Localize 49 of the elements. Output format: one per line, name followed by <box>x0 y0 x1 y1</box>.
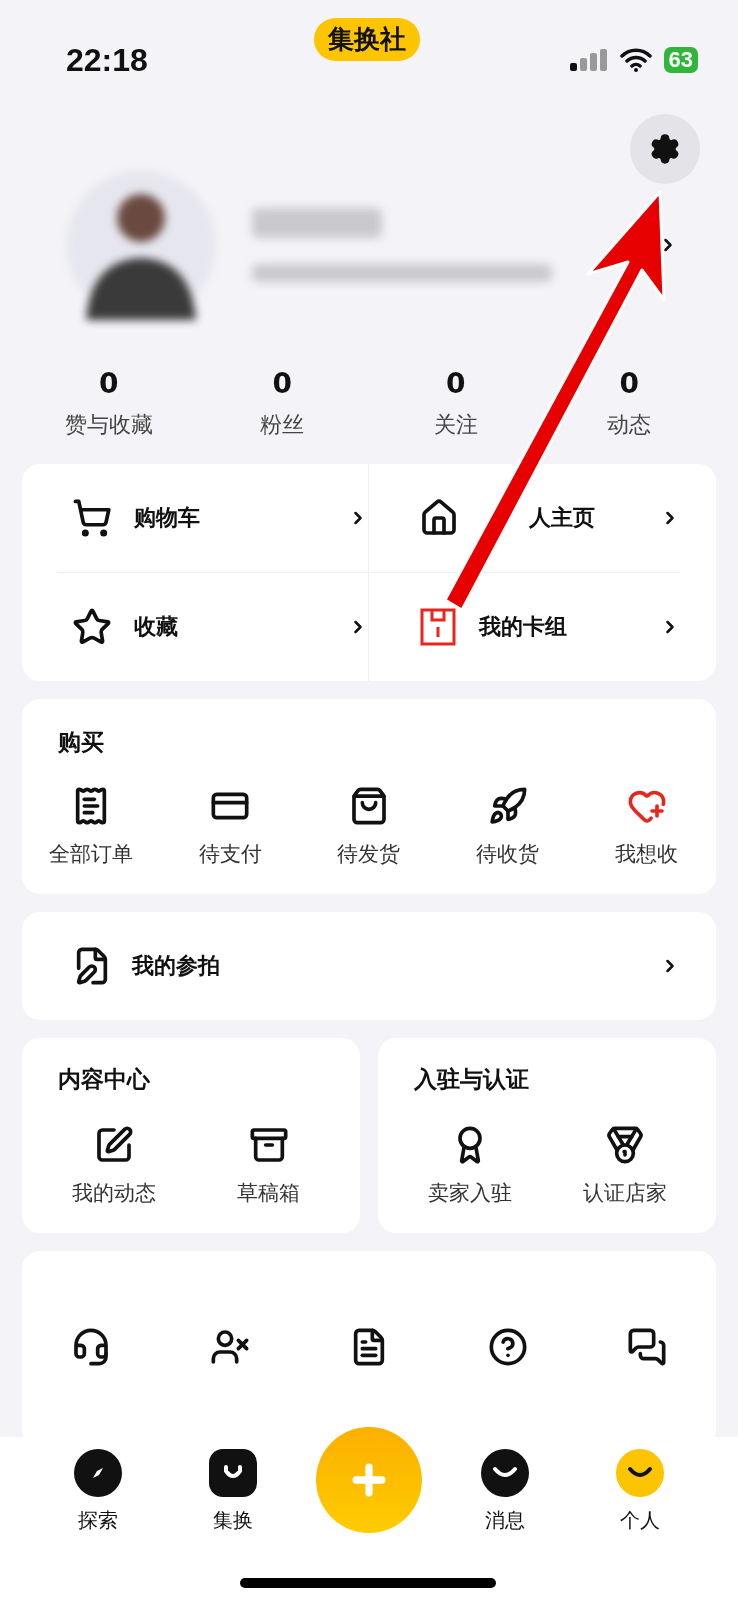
home-icon <box>419 498 459 538</box>
section-title: 入驻与认证 <box>413 1065 530 1094</box>
menu-item[interactable]: 草稿箱 <box>191 1125 346 1207</box>
stat-label: 动态 <box>607 411 652 439</box>
cart-icon <box>72 498 112 538</box>
order-item[interactable]: 全部订单 <box>22 786 161 868</box>
stat-label: 赞与收藏 <box>64 411 153 439</box>
wifi-icon <box>619 48 652 72</box>
stat-label: 粉丝 <box>260 411 305 439</box>
star-icon <box>72 607 112 647</box>
order-item[interactable]: 待发货 <box>299 786 439 868</box>
help-icon <box>487 1327 528 1367</box>
stat-value: 0 <box>99 367 119 400</box>
medal-icon <box>604 1125 645 1165</box>
stat-label: 关注 <box>433 411 478 439</box>
order-item[interactable]: 我想收 <box>577 786 716 868</box>
tab[interactable]: 消息 <box>436 1437 573 1547</box>
archive-icon <box>248 1125 289 1165</box>
app-badge: 集换社 <box>314 18 420 61</box>
stat-value: 0 <box>272 367 292 400</box>
card-icon <box>419 607 457 647</box>
order-item[interactable]: 待支付 <box>160 786 300 868</box>
smile-icon <box>616 1449 665 1497</box>
user-x-icon <box>210 1327 251 1367</box>
chat-bubble-icon <box>480 1449 529 1497</box>
signal-icon <box>569 49 608 71</box>
chat-icon <box>626 1327 667 1367</box>
auction-row[interactable]: 我的参拍 <box>22 912 716 1020</box>
stat-value: 0 <box>619 367 639 400</box>
shortcut-item[interactable]: 我的卡组 <box>369 573 680 681</box>
menu-item[interactable]: 我的动态 <box>36 1125 191 1207</box>
tab[interactable]: 个人 <box>572 1437 708 1547</box>
bag-icon <box>349 786 389 826</box>
order-item[interactable]: 待收货 <box>438 786 578 868</box>
compass-icon <box>73 1449 122 1497</box>
settings-icon <box>649 133 681 165</box>
status-time: 22:18 <box>66 41 148 79</box>
shortcut-item[interactable]: 购物车 <box>58 464 369 573</box>
menu-item[interactable]: 认证店家 <box>547 1125 702 1207</box>
tab[interactable]: 探索 <box>30 1437 166 1547</box>
bag-icon <box>209 1449 258 1497</box>
menu-item[interactable]: 卖家入驻 <box>392 1125 547 1207</box>
tab[interactable]: 集换 <box>165 1437 302 1547</box>
section-title: 内容中心 <box>57 1065 151 1094</box>
shortcut-item[interactable]: 收藏 <box>58 573 369 681</box>
rocket-icon <box>487 786 528 826</box>
section-title: 购买 <box>57 728 105 757</box>
stat-value: 0 <box>446 367 466 400</box>
battery-indicator: 63 <box>663 47 698 73</box>
